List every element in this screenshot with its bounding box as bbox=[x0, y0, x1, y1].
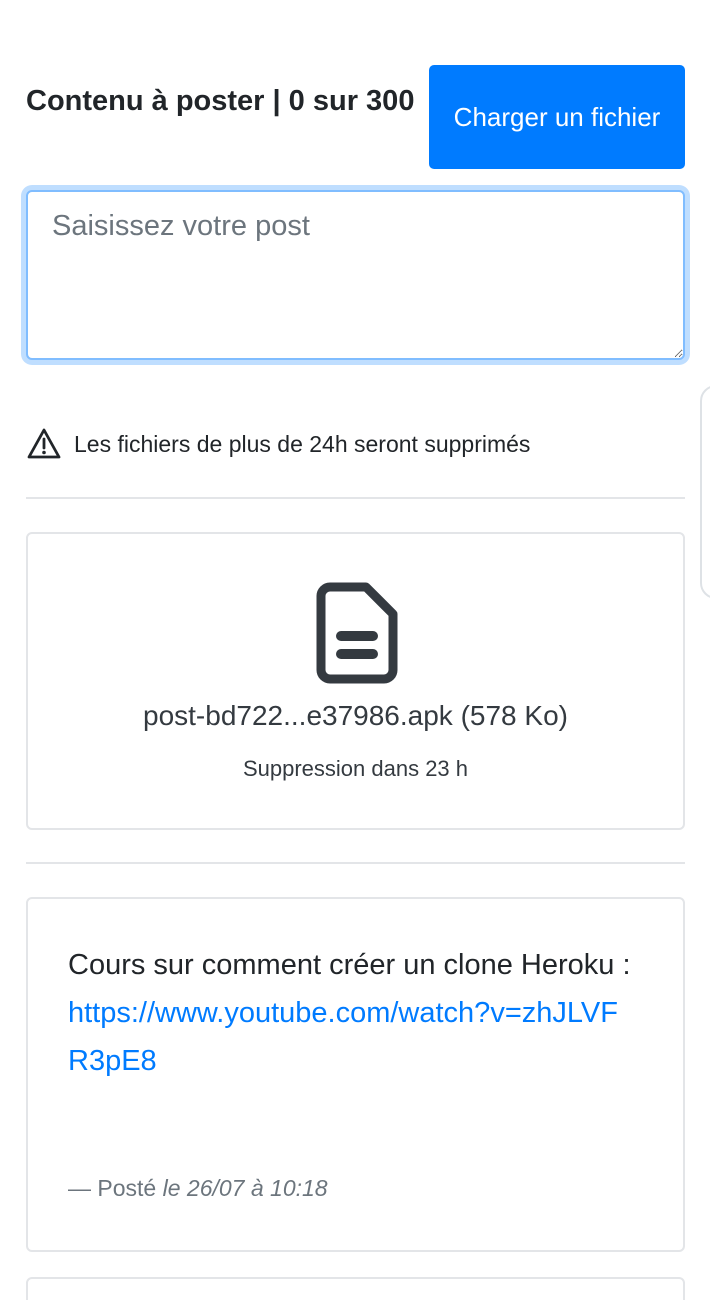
expiry-notice: Les fichiers de plus de 24h seront suppr… bbox=[26, 424, 685, 464]
file-name-link[interactable]: post-bd722...e37986.apk (578 Ko) bbox=[28, 700, 683, 732]
post-meta: — Posté le 26/07 à 10:18 bbox=[68, 1175, 328, 1202]
divider bbox=[26, 862, 685, 864]
file-expiry-text: Suppression dans 23 h bbox=[242, 756, 469, 781]
post-date: le 26/07 à 10:18 bbox=[162, 1175, 328, 1201]
text-post-card: Cours sur comment créer un clone Heroku … bbox=[26, 897, 685, 1252]
post-meta-prefix: — Posté bbox=[68, 1175, 157, 1201]
post-body: Cours sur comment créer un clone Heroku … bbox=[68, 941, 638, 1085]
next-post-card bbox=[26, 1277, 685, 1300]
file-post-card[interactable]: post-bd722...e37986.apk (578 Ko) Suppres… bbox=[26, 532, 685, 830]
page: Contenu à poster | 0 sur 300 Charger un … bbox=[0, 0, 710, 1300]
character-counter-title: Contenu à poster | 0 sur 300 bbox=[26, 85, 415, 117]
post-input[interactable] bbox=[26, 190, 685, 360]
composer-header: Contenu à poster | 0 sur 300 Charger un … bbox=[26, 65, 685, 175]
expiry-notice-text: Les fichiers de plus de 24h seront suppr… bbox=[74, 430, 531, 457]
side-panel-handle[interactable] bbox=[700, 385, 710, 599]
document-icon bbox=[316, 582, 398, 684]
post-text: Cours sur comment créer un clone Heroku … bbox=[68, 949, 631, 981]
upload-file-button[interactable]: Charger un fichier bbox=[429, 65, 685, 169]
warning-triangle-icon bbox=[27, 428, 61, 459]
divider bbox=[26, 497, 685, 499]
post-link[interactable]: https://www.youtube.com/watch?v=zhJLVFR3… bbox=[68, 997, 618, 1077]
